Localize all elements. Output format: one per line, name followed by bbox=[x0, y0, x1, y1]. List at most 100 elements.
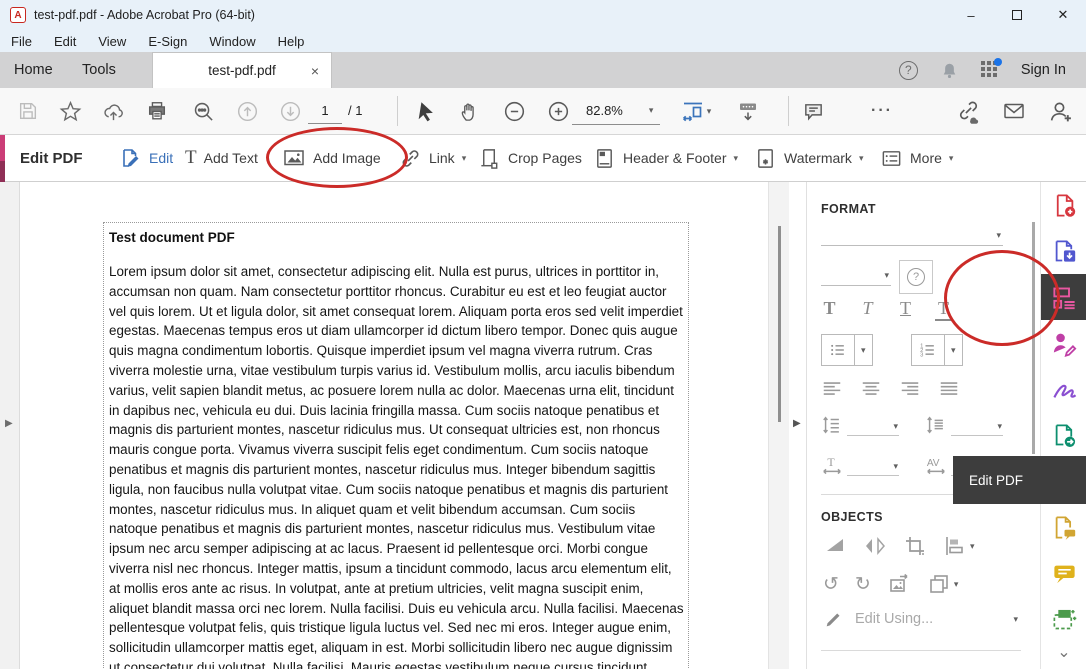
align-right-icon[interactable] bbox=[899, 378, 921, 400]
crop-pages-button[interactable]: Crop Pages bbox=[478, 135, 582, 181]
main-toolbar: 1 / 1 82.8% ▾ ▾ ··· bbox=[0, 88, 1086, 135]
rail-more-chevron-icon[interactable]: ⌄ bbox=[1041, 642, 1086, 662]
export-pdf-tool[interactable] bbox=[1041, 228, 1086, 274]
zoom-out-icon[interactable] bbox=[498, 88, 530, 134]
share-upload-icon[interactable] bbox=[97, 88, 129, 134]
menu-view[interactable]: View bbox=[87, 34, 137, 49]
font-size-dropdown[interactable]: ▾ bbox=[821, 262, 891, 286]
chevron-down-icon[interactable]: ▾ bbox=[944, 335, 962, 365]
more-tools-icon[interactable]: ··· bbox=[862, 88, 902, 134]
fit-width-icon[interactable]: ▾ bbox=[676, 88, 716, 134]
menu-window[interactable]: Window bbox=[198, 34, 266, 49]
paragraph-spacing-field[interactable]: ▾ bbox=[951, 416, 1003, 436]
rotate-ccw-icon[interactable]: ↺ bbox=[823, 575, 839, 594]
collapse-right-panel-icon[interactable]: ▶ bbox=[793, 418, 801, 429]
close-window-button[interactable]: ✕ bbox=[1040, 0, 1086, 30]
add-text-button[interactable]: T Add Text bbox=[185, 135, 258, 181]
header-footer-icon bbox=[593, 147, 616, 170]
align-center-icon[interactable] bbox=[860, 378, 882, 400]
select-tool-icon[interactable] bbox=[410, 88, 442, 134]
bold-button[interactable]: T bbox=[821, 298, 838, 321]
comment-tool[interactable] bbox=[1041, 550, 1086, 596]
next-page-icon[interactable] bbox=[274, 88, 306, 134]
flip-vertical-icon[interactable] bbox=[823, 534, 847, 558]
replace-image-icon[interactable] bbox=[887, 572, 911, 596]
document-page[interactable]: Test document PDF Lorem ipsum dolor sit … bbox=[21, 182, 768, 669]
save-icon[interactable] bbox=[12, 88, 44, 134]
horizontal-scale-field[interactable]: ▾ bbox=[847, 456, 899, 476]
underline-button[interactable]: T bbox=[897, 298, 914, 321]
bulleted-list-control[interactable]: ▾ bbox=[821, 334, 873, 366]
header-footer-button[interactable]: Header & Footer ▾ bbox=[593, 135, 738, 181]
tab-tools[interactable]: Tools bbox=[82, 52, 116, 88]
help-icon[interactable]: ? bbox=[899, 61, 918, 80]
expand-left-pane-icon[interactable]: ▶ bbox=[5, 418, 13, 429]
star-favorite-icon[interactable] bbox=[54, 88, 86, 134]
rotate-cw-icon[interactable]: ↻ bbox=[855, 575, 871, 594]
document-heading[interactable]: Test document PDF bbox=[109, 230, 683, 245]
page-number-input[interactable]: 1 bbox=[308, 98, 342, 124]
bulleted-list-icon[interactable] bbox=[822, 335, 854, 365]
watermark-button[interactable]: Watermark ▾ bbox=[754, 135, 863, 181]
menu-edit[interactable]: Edit bbox=[43, 34, 87, 49]
link-button[interactable]: Link ▾ bbox=[399, 135, 466, 181]
chevron-down-icon[interactable]: ▾ bbox=[854, 335, 872, 365]
fill-sign-tool[interactable] bbox=[1041, 366, 1086, 412]
left-nav-pane-collapsed[interactable]: ▶ bbox=[0, 182, 20, 669]
hand-tool-icon[interactable] bbox=[454, 88, 486, 134]
send-file-tool[interactable] bbox=[1041, 412, 1086, 458]
notification-dot bbox=[994, 58, 1002, 66]
crop-object-icon[interactable] bbox=[903, 534, 927, 558]
document-scrollbar[interactable] bbox=[768, 182, 789, 669]
align-objects-dropdown[interactable]: ▾ bbox=[943, 534, 975, 558]
align-left-icon[interactable] bbox=[821, 378, 843, 400]
tab-document[interactable]: test-pdf.pdf × bbox=[152, 52, 332, 88]
scrollbar-thumb[interactable] bbox=[778, 226, 781, 422]
document-body-text[interactable]: Lorem ipsum dolor sit amet, consectetur … bbox=[109, 262, 685, 669]
arrange-dropdown[interactable]: ▾ bbox=[927, 572, 959, 596]
notifications-bell-icon[interactable] bbox=[940, 61, 959, 80]
create-pdf-tool[interactable] bbox=[1041, 182, 1086, 228]
search-icon[interactable] bbox=[187, 88, 219, 134]
zoom-in-icon[interactable] bbox=[542, 88, 574, 134]
tab-home[interactable]: Home bbox=[14, 52, 53, 88]
flip-horizontal-icon[interactable] bbox=[863, 534, 887, 558]
right-panel-collapse-strip[interactable]: ▶ bbox=[789, 182, 806, 669]
edit-tool-button[interactable]: Edit bbox=[118, 135, 173, 181]
font-color-help-button[interactable]: ? bbox=[899, 260, 933, 294]
numbered-list-icon[interactable]: 123 bbox=[912, 335, 944, 365]
email-icon[interactable] bbox=[997, 88, 1031, 134]
line-spacing-field[interactable]: ▾ bbox=[847, 416, 899, 436]
request-comments-tool[interactable] bbox=[1041, 504, 1086, 550]
close-tab-icon[interactable]: × bbox=[311, 63, 319, 79]
zoom-level-dropdown[interactable]: 82.8% ▾ bbox=[572, 97, 660, 125]
app-grid-icon[interactable] bbox=[981, 61, 999, 79]
previous-page-icon[interactable] bbox=[231, 88, 263, 134]
svg-text:AV: AV bbox=[927, 458, 940, 469]
align-justify-icon[interactable] bbox=[938, 378, 960, 400]
italic-button[interactable]: T bbox=[859, 298, 876, 321]
comment-icon[interactable] bbox=[797, 88, 829, 134]
menu-help[interactable]: Help bbox=[267, 34, 316, 49]
sign-in-button[interactable]: Sign In bbox=[1021, 62, 1066, 78]
print-icon[interactable] bbox=[141, 88, 173, 134]
maximize-button[interactable] bbox=[994, 0, 1040, 30]
titlebar: A test-pdf.pdf - Adobe Acrobat Pro (64-b… bbox=[0, 0, 1086, 30]
more-button[interactable]: More ▾ bbox=[880, 135, 953, 181]
chevron-down-icon[interactable]: ▾ bbox=[1013, 614, 1018, 625]
edit-using-button[interactable]: Edit Using... bbox=[823, 608, 933, 630]
acrobat-window: A test-pdf.pdf - Adobe Acrobat Pro (64-b… bbox=[0, 0, 1086, 669]
menu-esign[interactable]: E-Sign bbox=[137, 34, 198, 49]
user-account-icon[interactable] bbox=[1042, 88, 1078, 134]
font-family-dropdown[interactable]: ▾ bbox=[821, 222, 1003, 246]
page-display-mode-icon[interactable] bbox=[731, 88, 765, 134]
share-link-icon[interactable] bbox=[950, 88, 986, 134]
minimize-button[interactable]: – bbox=[948, 0, 994, 30]
numbered-list-control[interactable]: 123 ▾ bbox=[911, 334, 963, 366]
chevron-down-icon: ▾ bbox=[997, 421, 1002, 432]
editable-text-frame[interactable]: Test document PDF Lorem ipsum dolor sit … bbox=[103, 222, 689, 669]
maximize-icon bbox=[1012, 10, 1022, 20]
more-label: More bbox=[910, 150, 942, 166]
scan-ocr-tool[interactable] bbox=[1041, 596, 1086, 642]
menu-file[interactable]: File bbox=[0, 34, 43, 49]
